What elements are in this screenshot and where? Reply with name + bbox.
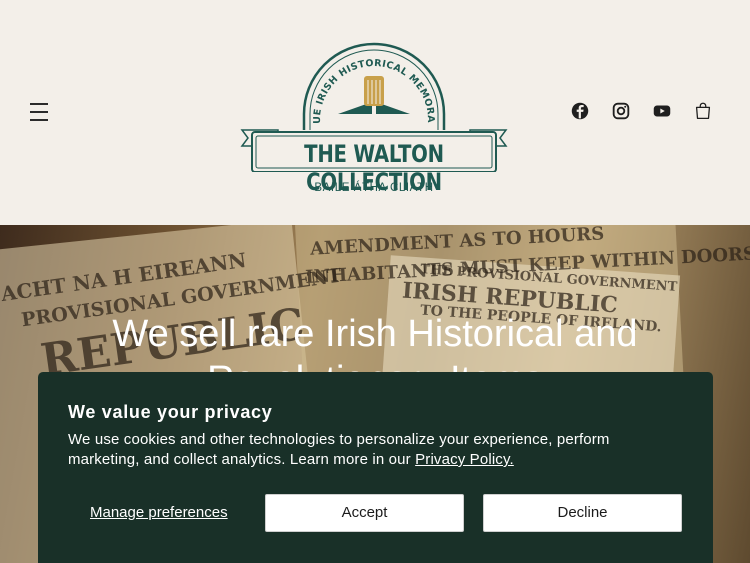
cart-icon[interactable] bbox=[692, 100, 714, 122]
cookie-description: We use cookies and other technologies to… bbox=[68, 430, 668, 470]
accept-button[interactable]: Accept bbox=[265, 494, 464, 532]
instagram-icon[interactable] bbox=[610, 100, 632, 122]
manage-preferences-link[interactable]: Manage preferences bbox=[90, 504, 228, 521]
cookie-title: We value your privacy bbox=[68, 402, 273, 422]
cookie-description-text: We use cookies and other technologies to… bbox=[68, 431, 610, 468]
cookie-consent-banner: We value your privacy We use cookies and… bbox=[38, 372, 713, 563]
hero-heading-line1: We sell rare Irish Historical and bbox=[112, 313, 638, 355]
facebook-icon[interactable] bbox=[569, 100, 591, 122]
privacy-policy-link[interactable]: Privacy Policy. bbox=[415, 451, 514, 468]
logo-arc-text: UNIQUE IRISH HISTORICAL MEMORABILIA bbox=[234, 26, 436, 124]
youtube-icon[interactable] bbox=[651, 100, 673, 122]
svg-text:UNIQUE IRISH HISTORICAL MEMORA: UNIQUE IRISH HISTORICAL MEMORABILIA bbox=[238, 34, 436, 124]
site-logo[interactable]: UNIQUE IRISH HISTORICAL MEMORABILIA THE … bbox=[234, 26, 510, 204]
site-header: UNIQUE IRISH HISTORICAL MEMORABILIA THE … bbox=[0, 0, 750, 225]
logo-subtitle: BAILE ÁTHA CLIATH bbox=[314, 182, 434, 194]
decline-button[interactable]: Decline bbox=[483, 494, 682, 532]
hamburger-menu-icon[interactable] bbox=[28, 100, 50, 124]
